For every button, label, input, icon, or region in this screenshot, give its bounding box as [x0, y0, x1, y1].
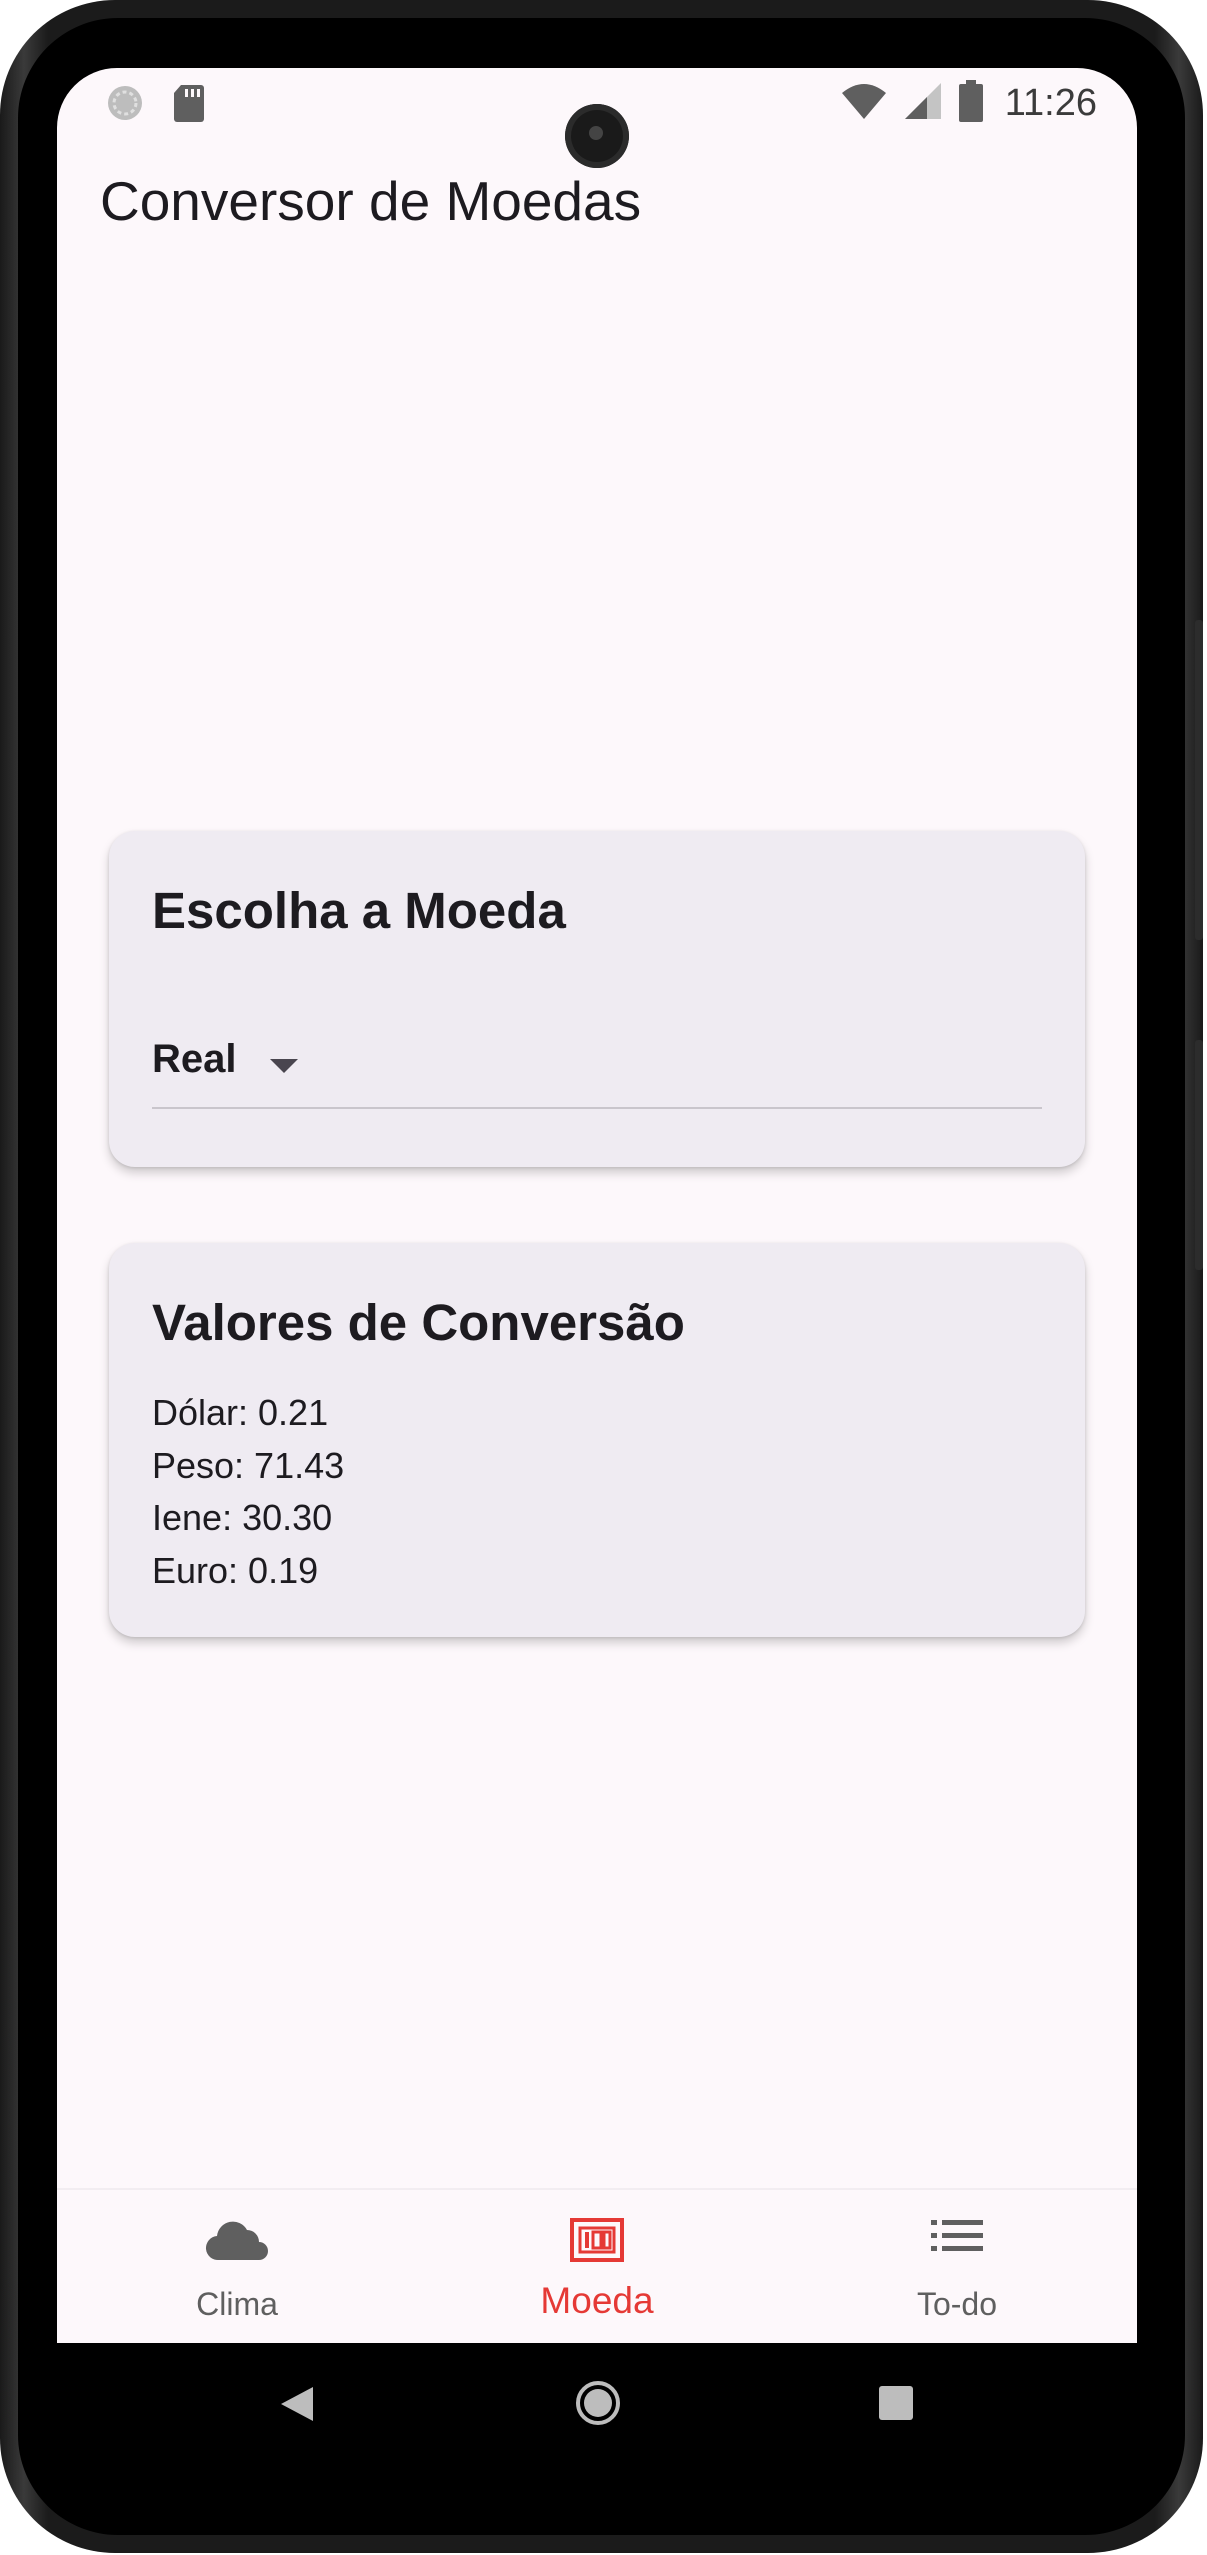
app-screen: 11:26 Conversor de Moedas Escolha a Moed… [57, 68, 1137, 2343]
conversion-values-card: Valores de Conversão Dólar: 0.21 Peso: 7… [109, 1243, 1085, 1637]
status-left-icons [105, 83, 205, 128]
front-camera [565, 104, 629, 168]
nav-label-todo: To-do [916, 2286, 998, 2322]
page-title: Conversor de Moedas [100, 170, 642, 232]
rate-euro: Euro: 0.19 [152, 1549, 319, 1591]
nav-label-moeda: Moeda [540, 2280, 654, 2321]
bottom-navigation: Clima Moeda To-do [57, 2188, 1137, 2343]
rate-dollar: Dólar: 0.21 [152, 1392, 329, 1433]
recents-icon[interactable] [879, 2386, 913, 2425]
status-right-icons: 11:26 [841, 80, 1097, 127]
signal-icon [903, 81, 943, 126]
home-icon[interactable] [574, 2379, 622, 2432]
nav-item-clima[interactable]: Clima [57, 2190, 417, 2343]
sd-card-icon [173, 83, 205, 128]
nav-item-todo[interactable]: To-do [777, 2190, 1137, 2343]
back-icon[interactable] [279, 2385, 315, 2428]
list-icon [931, 2218, 983, 2259]
currency-dropdown[interactable]: Real [152, 1031, 1042, 1109]
battery-icon [958, 80, 983, 127]
power-button [1195, 1040, 1203, 1270]
sync-icon [105, 83, 145, 128]
nav-label-clima: Clima [196, 2286, 278, 2322]
rate-yen: Iene: 30.30 [152, 1497, 333, 1538]
nav-item-moeda[interactable]: Moeda [417, 2190, 777, 2343]
wifi-icon [841, 81, 887, 126]
conversion-card-title: Valores de Conversão [152, 1294, 685, 1351]
cloud-icon [205, 2218, 269, 2267]
money-icon [570, 2218, 624, 2267]
system-navigation-bar [57, 2343, 1137, 2463]
rate-peso: Peso: 71.43 [152, 1444, 345, 1486]
status-time: 11:26 [1004, 82, 1097, 124]
currency-card-title: Escolha a Moeda [152, 882, 566, 939]
rates-list: Dólar: 0.21 Peso: 71.43 Iene: 30.30 Euro… [152, 1387, 344, 1597]
dropdown-arrow-icon [270, 1059, 298, 1073]
dropdown-selected-value: Real [152, 1037, 237, 1081]
currency-select-card: Escolha a Moeda Real [109, 831, 1085, 1167]
volume-button [1195, 620, 1203, 940]
